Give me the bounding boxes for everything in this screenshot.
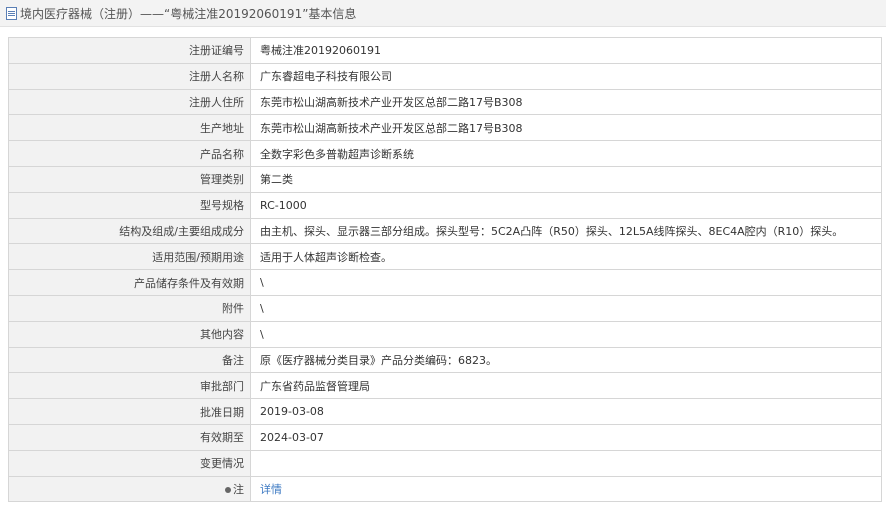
table-row: 适用范围/预期用途 适用于人体超声诊断检查。: [8, 243, 882, 271]
row-label: 型号规格: [8, 191, 251, 219]
row-label: 批准日期: [8, 398, 251, 425]
table-row: 备注 原《医疗器械分类目录》产品分类编码：6823。: [8, 346, 882, 374]
table-row: 审批部门 广东省药品监督管理局: [8, 372, 882, 400]
row-label: 注册证编号: [8, 37, 251, 64]
row-label: 注册人名称: [8, 62, 251, 90]
table-row: 型号规格 RC-1000: [8, 191, 882, 219]
table-row: 批准日期 2019-03-08: [8, 398, 882, 425]
document-icon: [6, 6, 17, 20]
row-label: 管理类别: [8, 165, 251, 193]
row-value: \: [250, 269, 882, 296]
row-value: \: [250, 294, 882, 322]
table-row: 有效期至 2024-03-07: [8, 423, 882, 451]
table-row: 产品名称 全数字彩色多普勒超声诊断系统: [8, 140, 882, 167]
note-label-cell: 注: [8, 475, 251, 503]
details-link[interactable]: 详情: [260, 483, 282, 496]
row-label: 适用范围/预期用途: [8, 243, 251, 271]
row-label: 审批部门: [8, 372, 251, 400]
table-row-note: 注 详情: [8, 475, 882, 503]
table-row: 生产地址 东莞市松山湖高新技术产业开发区总部二路17号B308: [8, 114, 882, 142]
row-label: 产品名称: [8, 140, 251, 167]
table-row: 注册人住所 东莞市松山湖高新技术产业开发区总部二路17号B308: [8, 88, 882, 116]
row-label: 附件: [8, 294, 251, 322]
row-label: 变更情况: [8, 449, 251, 477]
row-label: 产品储存条件及有效期: [8, 269, 251, 296]
table-row: 管理类别 第二类: [8, 165, 882, 193]
row-label: 生产地址: [8, 114, 251, 142]
row-label: 有效期至: [8, 423, 251, 451]
row-value: 2019-03-08: [250, 398, 882, 425]
info-table: 注册证编号 粤械注准20192060191 注册人名称 广东睿超电子科技有限公司…: [8, 37, 882, 503]
row-value: 东莞市松山湖高新技术产业开发区总部二路17号B308: [250, 114, 882, 142]
row-label: 结构及组成/主要组成成分: [8, 217, 251, 245]
row-value: 由主机、探头、显示器三部分组成。探头型号：5C2A凸阵（R50）探头、12L5A…: [250, 217, 882, 245]
table-row: 其他内容 \: [8, 320, 882, 348]
table-row: 注册人名称 广东睿超电子科技有限公司: [8, 62, 882, 90]
pin-icon: [225, 486, 231, 493]
row-value: 2024-03-07: [250, 423, 882, 451]
row-value: RC-1000: [250, 191, 882, 219]
table-row: 产品储存条件及有效期 \: [8, 269, 882, 296]
row-value: 广东省药品监督管理局: [250, 372, 882, 400]
row-value: 原《医疗器械分类目录》产品分类编码：6823。: [250, 346, 882, 374]
table-row: 结构及组成/主要组成成分 由主机、探头、显示器三部分组成。探头型号：5C2A凸阵…: [8, 217, 882, 245]
page-title: 境内医疗器械（注册）——“粤械注准20192060191”基本信息: [20, 6, 357, 21]
page-title-bar: 境内医疗器械（注册）——“粤械注准20192060191”基本信息: [0, 0, 886, 27]
row-label: 其他内容: [8, 320, 251, 348]
row-value: 适用于人体超声诊断检查。: [250, 243, 882, 271]
row-label: 注册人住所: [8, 88, 251, 116]
row-value: 第二类: [250, 165, 882, 193]
table-row: 注册证编号 粤械注准20192060191: [8, 37, 882, 64]
row-value: [250, 449, 882, 477]
row-value: 粤械注准20192060191: [250, 37, 882, 64]
table-row: 变更情况: [8, 449, 882, 477]
row-value: 广东睿超电子科技有限公司: [250, 62, 882, 90]
note-value-cell: 详情: [250, 475, 882, 503]
table-row: 附件 \: [8, 294, 882, 322]
row-value: \: [250, 320, 882, 348]
row-value: 全数字彩色多普勒超声诊断系统: [250, 140, 882, 167]
row-label: 备注: [8, 346, 251, 374]
note-label: 注: [233, 482, 244, 496]
row-value: 东莞市松山湖高新技术产业开发区总部二路17号B308: [250, 88, 882, 116]
